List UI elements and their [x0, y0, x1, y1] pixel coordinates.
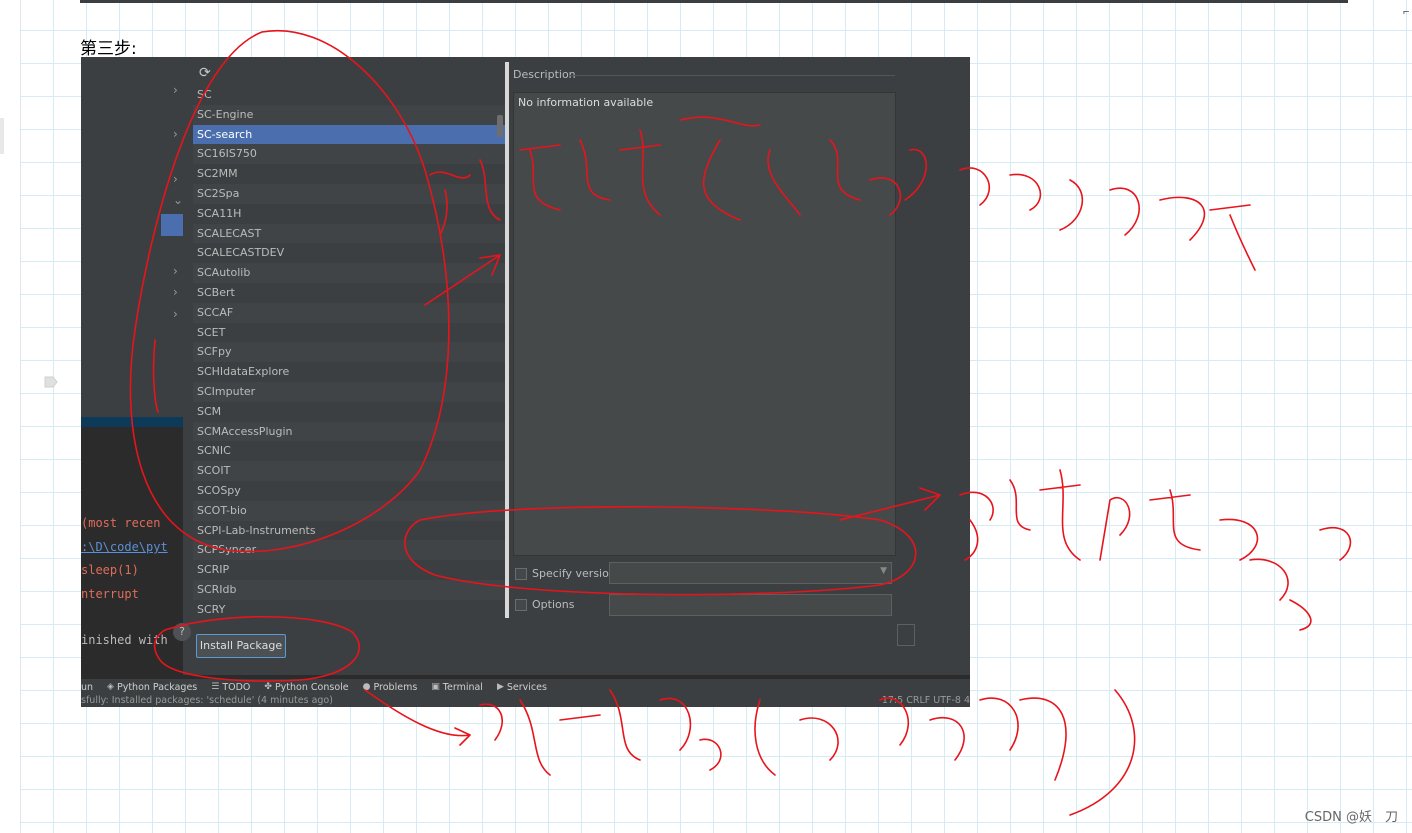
description-box: No information available [513, 92, 896, 556]
chevron-right-icon[interactable]: › [173, 285, 178, 299]
console-line: (most recen [81, 516, 161, 530]
list-item[interactable]: SCALECASTDEV [193, 243, 506, 264]
list-item[interactable]: SC-Engine [193, 104, 506, 125]
list-item[interactable]: SCPI-Lab-Instruments [193, 520, 506, 541]
list-item[interactable]: SCRIdb [193, 579, 506, 600]
question-icon[interactable]: ? [173, 623, 191, 641]
specify-version-row[interactable]: Specify version [515, 567, 616, 580]
sidebar-selected-item[interactable] [161, 214, 183, 236]
step-label: 第三步: [80, 39, 137, 59]
options-input[interactable] [609, 594, 892, 616]
info-icon: ● [362, 682, 371, 692]
specify-version-checkbox[interactable] [515, 567, 527, 580]
package-list[interactable]: SC SC-Engine SC-search SC16IS750 SC2MM SC2Spa… [193, 85, 506, 620]
console-line: inished with [81, 633, 168, 647]
annotation-text-3 [479, 689, 1136, 816]
list-icon: ☰ [211, 682, 220, 692]
tab-todo[interactable]: ☰ TODO [211, 682, 250, 693]
close-button[interactable] [897, 624, 915, 646]
list-item[interactable]: SCMAccessPlugin [193, 421, 506, 442]
install-package-button[interactable]: Install Package [196, 634, 286, 658]
tab-terminal[interactable]: ▣ Terminal [431, 682, 483, 693]
list-item[interactable]: SCNIC [193, 441, 506, 462]
chevron-right-icon[interactable]: › [173, 127, 178, 141]
annotation-text-2 [959, 469, 1352, 631]
list-item[interactable]: SC-search [193, 124, 506, 145]
list-item[interactable]: SC16IS750 [193, 144, 506, 165]
tab-services[interactable]: ▶ Services [497, 682, 547, 693]
chevron-down-icon: ▼ [880, 566, 887, 576]
python-icon: ✤ [264, 682, 272, 692]
package-list-scrollbar[interactable] [497, 115, 503, 137]
list-item[interactable]: SCRIP [193, 560, 506, 580]
package-list-panel: ⟳ SC SC-Engine SC-search SC16IS750 SC2MM SC2S… [193, 62, 506, 620]
terminal-icon: ▣ [431, 682, 440, 692]
list-item[interactable]: SCET [193, 322, 506, 343]
list-item[interactable]: SCCAF [193, 302, 506, 323]
console-line: sleep(1) [81, 563, 139, 577]
list-item[interactable]: SCRY [193, 599, 506, 620]
options-row[interactable]: Options [515, 598, 574, 611]
chevron-right-icon[interactable]: › [173, 264, 178, 278]
list-item[interactable]: SCOT-bio [193, 500, 506, 521]
watermark: CSDN @妖 刀 [1304, 810, 1398, 825]
list-item[interactable]: SC2MM [193, 164, 506, 184]
pin-icon[interactable] [44, 376, 58, 388]
description-label: Description [513, 68, 576, 81]
list-item[interactable]: SC [193, 85, 506, 105]
left-rail [0, 0, 21, 833]
top-image-edge [80, 0, 1348, 3]
list-item[interactable]: SCFpy [193, 342, 506, 363]
tab-run[interactable]: un [81, 682, 93, 693]
play-icon: ▶ [496, 682, 504, 692]
panel-splitter[interactable] [505, 62, 509, 618]
status-message: sfully: Installed packages: 'schedule' (… [81, 695, 333, 706]
chevron-down-icon[interactable]: ⌄ [173, 193, 183, 207]
ide-screenshot: › › › ⌄ › › › (most recen :\D\code\pyt s… [81, 57, 970, 707]
chevron-right-icon[interactable]: › [173, 83, 178, 97]
layers-icon: ◈ [107, 682, 114, 692]
description-text: No information available [518, 96, 654, 109]
tab-problems[interactable]: ● Problems [363, 682, 418, 693]
refresh-icon[interactable]: ⟳ [199, 66, 213, 80]
status-bar: sfully: Installed packages: 'schedule' (… [81, 695, 970, 707]
left-rail-tab[interactable] [0, 118, 4, 154]
list-item[interactable]: SCAutolib [193, 263, 506, 283]
version-select[interactable]: ▼ [609, 562, 892, 584]
list-item[interactable]: SCOSpy [193, 480, 506, 501]
ide-project-sidebar: › › › ⌄ › › › [81, 57, 183, 417]
list-item[interactable]: SCImputer [193, 381, 506, 402]
list-item[interactable]: SCALECAST [193, 223, 506, 244]
editor-divider [81, 417, 183, 427]
list-item[interactable]: SCHIdataExplore [193, 362, 506, 382]
ide-right-panel [903, 57, 970, 675]
list-item[interactable]: SCBert [193, 282, 506, 303]
list-item[interactable]: SC2Spa [193, 183, 506, 204]
tab-python-console[interactable]: ✤ Python Console [264, 682, 348, 693]
chevron-right-icon[interactable]: › [173, 172, 178, 186]
list-item[interactable]: SCPSyncer [193, 540, 506, 561]
console-line: nterrupt [81, 587, 139, 601]
specify-version-label: Specify version [532, 567, 616, 580]
status-info: 17:5 CRLF UTF-8 4 [881, 695, 970, 706]
description-rule [569, 75, 895, 76]
corner-mark: ⌐ [1403, 6, 1410, 18]
options-label: Options [532, 598, 575, 611]
list-item[interactable]: SCA11H [193, 203, 506, 224]
list-item[interactable]: SCM [193, 401, 506, 422]
list-item[interactable]: SCOIT [193, 461, 506, 481]
tool-window-bar: un ◈ Python Packages ☰ TODO ✤ Python Consol… [81, 679, 970, 695]
console-link[interactable]: :\D\code\pyt [81, 540, 168, 554]
tab-python-packages[interactable]: ◈ Python Packages [107, 682, 197, 693]
chevron-right-icon[interactable]: › [173, 307, 178, 321]
options-checkbox[interactable] [515, 598, 527, 611]
